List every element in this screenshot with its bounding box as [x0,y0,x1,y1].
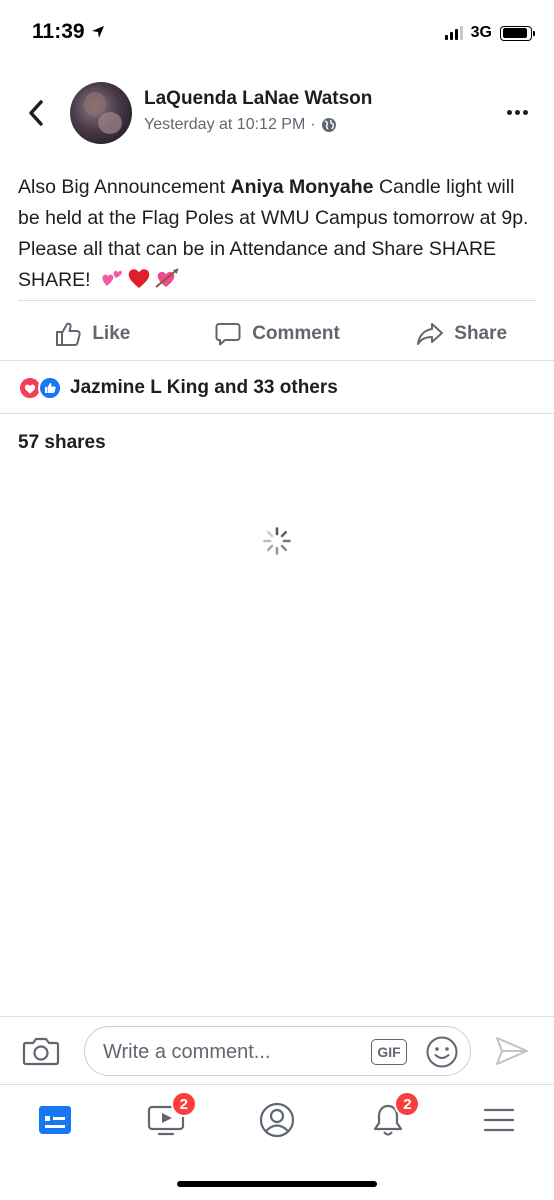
red-heart-emoji-icon [128,269,150,288]
reactions-summary[interactable]: Jazmine L King and 33 others [18,376,338,400]
share-label: Share [454,323,508,344]
status-indicators: 3G [444,24,535,42]
shares-count[interactable]: 57 shares [18,432,106,454]
globe-icon [321,118,336,132]
emoji-picker-button[interactable] [425,1035,459,1074]
divider [0,413,554,414]
tab-news-feed[interactable] [0,1085,111,1154]
comment-input[interactable] [103,1039,363,1065]
post-meta: Yesterday at 10:12 PM · [144,116,337,134]
post-header: LaQuenda LaNae Watson Yesterday at 10:12… [0,78,554,148]
post-text: Also Big Announcement Aniya Monyahe Cand… [18,172,538,296]
chevron-left-icon [29,100,43,126]
send-arrow-icon [496,1037,528,1065]
cellular-signal-icon [444,26,463,40]
comment-button[interactable]: Comment [185,310,370,358]
bottom-tab-bar: 2 2 [0,1084,554,1154]
comment-label: Comment [252,323,340,344]
share-button[interactable]: Share [369,310,554,358]
post-emojis [100,266,180,290]
divider [18,300,536,301]
post-timestamp[interactable]: Yesterday at 10:12 PM [144,116,305,134]
tagged-person[interactable]: Aniya Monyahe [230,176,373,198]
status-time: 11:39 [32,20,105,44]
profile-icon [259,1102,295,1137]
divider [0,360,554,361]
post-text-prefix: Also Big Announcement [18,176,231,198]
comment-input-container: GIF [84,1026,471,1076]
network-type: 3G [470,24,492,41]
tab-menu[interactable] [443,1085,554,1154]
loading-spinner-icon [263,527,291,555]
smiley-face-icon [426,1036,458,1068]
menu-icon [483,1108,514,1131]
like-button[interactable]: Like [0,310,185,358]
more-options-button[interactable] [502,100,532,124]
watch-badge: 2 [170,1091,197,1117]
location-arrow-icon [91,26,104,38]
status-bar: 11:39 3G [0,0,554,70]
two-hearts-emoji-icon [102,270,122,286]
gif-button[interactable]: GIF [371,1039,407,1065]
camera-button[interactable] [22,1035,60,1072]
back-button[interactable] [22,96,50,130]
like-label: Like [92,323,131,344]
tab-notifications[interactable]: 2 [332,1085,443,1154]
tab-watch[interactable]: 2 [111,1085,222,1154]
home-indicator[interactable] [177,1181,377,1187]
battery-icon [500,25,535,41]
author-name[interactable]: LaQuenda LaNae Watson [144,88,372,110]
comment-composer: GIF [0,1016,554,1084]
avatar[interactable] [70,82,132,144]
send-button[interactable] [494,1035,530,1072]
battery-level [502,28,527,38]
heart-with-arrow-emoji-icon [155,268,179,288]
meta-separator: · [310,116,316,133]
clock-text: 11:39 [32,20,85,43]
news-feed-icon [39,1105,72,1134]
reaction-summary-text: Jazmine L King and 33 others [70,377,338,398]
share-arrow-icon [417,323,444,345]
notifications-badge: 2 [394,1091,421,1117]
like-reaction-icon [38,376,62,400]
thumbs-up-icon [56,322,81,346]
tab-profile[interactable] [222,1085,333,1154]
camera-icon [22,1037,60,1066]
reaction-icons [18,376,62,400]
post-action-bar: Like Comment Share [0,310,554,358]
comment-bubble-icon [215,323,241,346]
